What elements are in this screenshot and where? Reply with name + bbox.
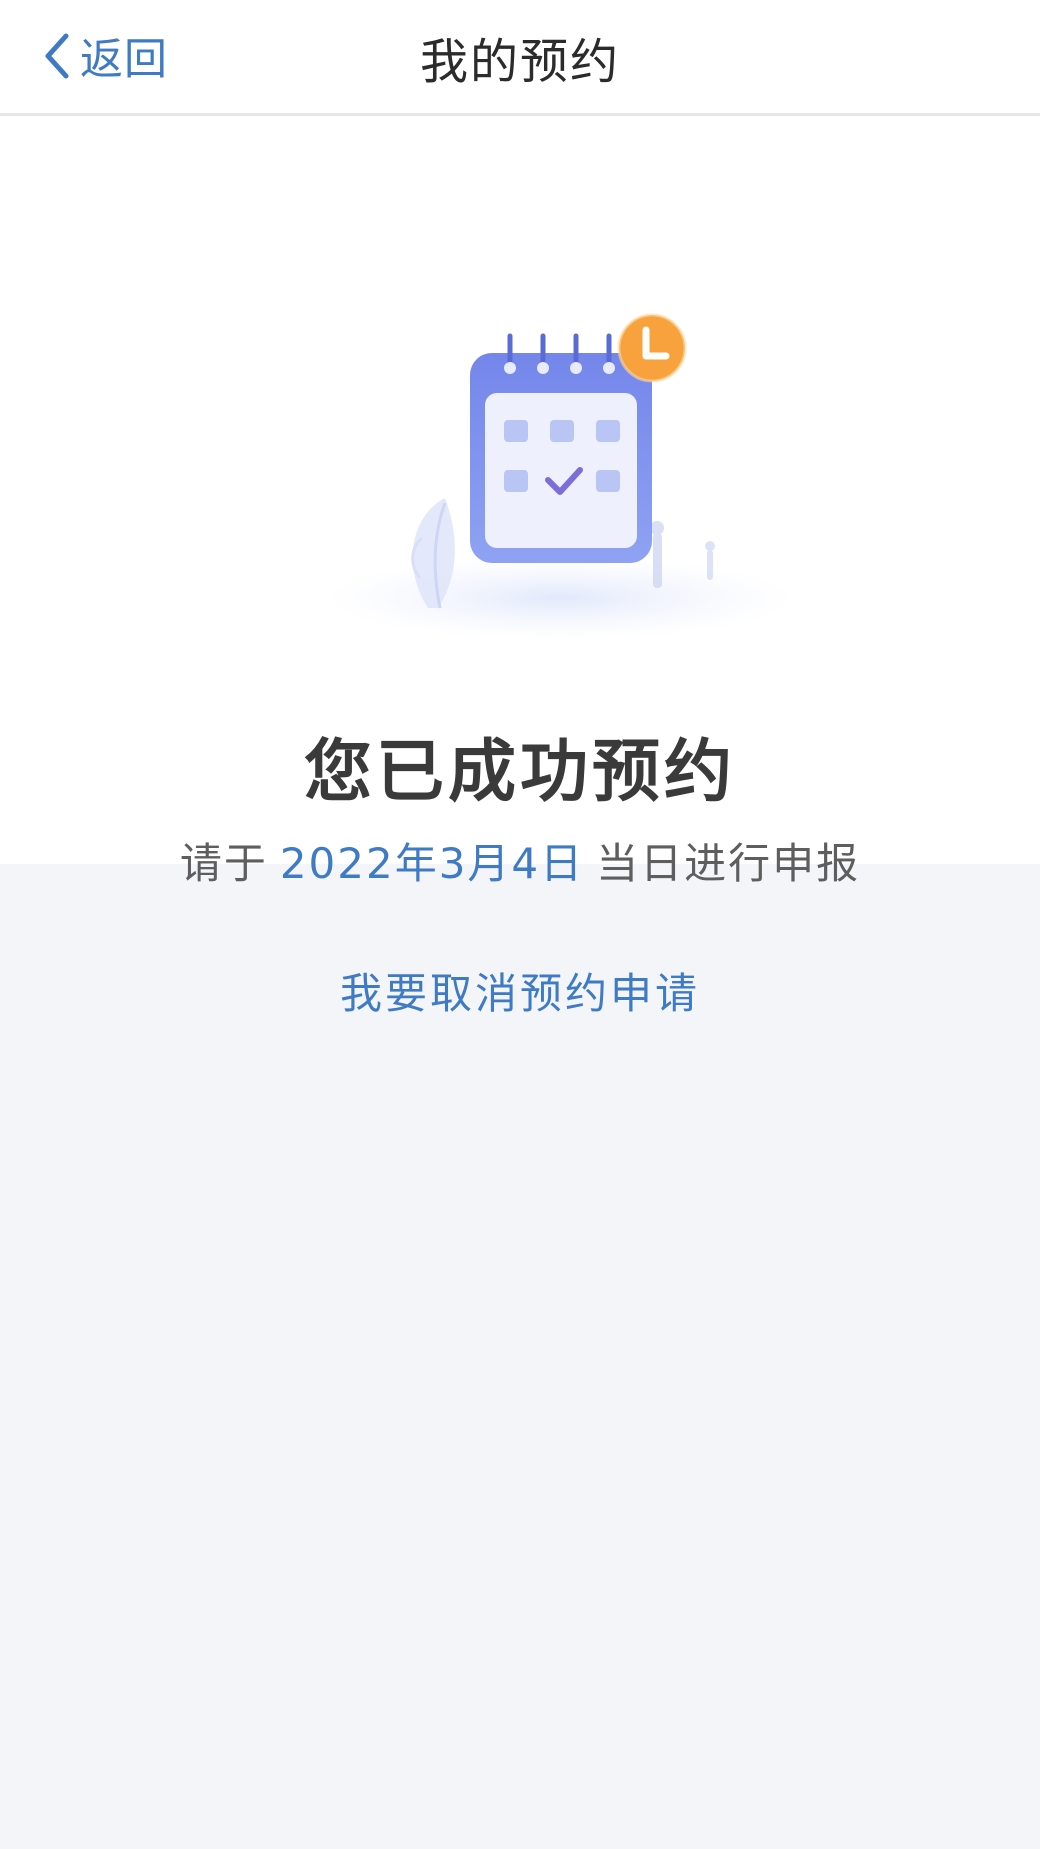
declare-date-notice: 请于 2022年3月4日 当日进行申报: [0, 830, 1040, 891]
appointment-date: 2022年3月4日: [279, 839, 585, 888]
notice-prefix: 请于: [179, 839, 268, 888]
calendar-check-illustration: [325, 313, 795, 640]
success-headline: 您已成功预约: [303, 733, 736, 812]
nav-bar: 返回 我的预约: [0, 0, 1040, 116]
clock-badge-icon: [617, 313, 687, 383]
page-title: 我的预约: [419, 34, 620, 90]
success-card: 您已成功预约 请于 2022年3月4日 当日进行申报: [0, 116, 1040, 888]
notice-suffix: 当日进行申报: [596, 839, 861, 888]
cancel-appointment-link[interactable]: 我要取消预约申请: [0, 960, 1040, 1021]
